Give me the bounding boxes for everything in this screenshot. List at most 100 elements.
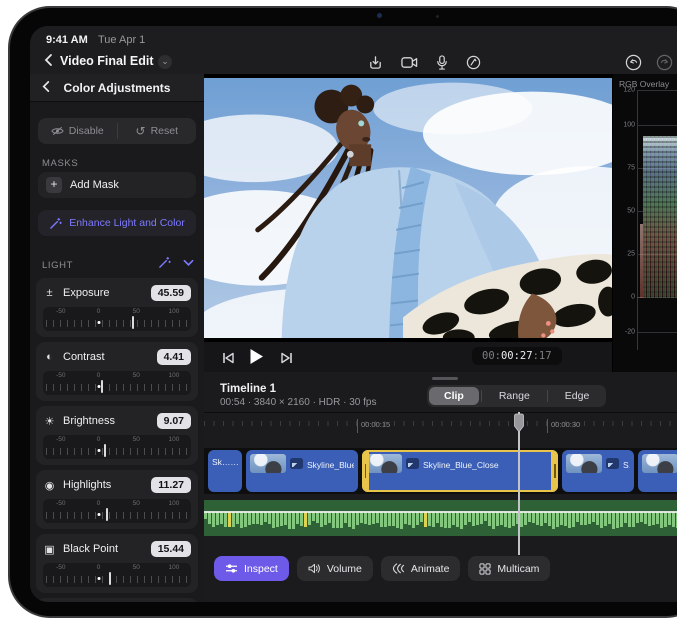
- audio-track[interactable]: [204, 500, 677, 536]
- pencil-circle-icon[interactable]: [466, 55, 481, 70]
- slider-indicator[interactable]: [132, 316, 134, 329]
- slider-zero-dot: [97, 385, 100, 388]
- slider-scale-label: 0: [97, 372, 101, 379]
- multicam-button[interactable]: Multicam: [468, 556, 550, 581]
- clip-trim-handle-right[interactable]: [554, 464, 556, 478]
- audio-volume-line[interactable]: [204, 511, 677, 513]
- audio-bar: [520, 512, 523, 527]
- section-collapse-chevron-icon[interactable]: [183, 259, 194, 267]
- playhead-handle[interactable]: [513, 413, 525, 438]
- control-value[interactable]: 45.59: [151, 285, 191, 301]
- audio-bar: [316, 512, 319, 523]
- app-screen: 9:41 AM Tue Apr 1 Video Final Edit ⌄: [30, 26, 677, 602]
- timeline-clip[interactable]: S……: [562, 450, 634, 492]
- control-slider[interactable]: -50050100: [43, 307, 191, 331]
- audio-bar: [264, 512, 267, 522]
- slider-indicator[interactable]: [106, 508, 108, 521]
- slider-zero-dot: [97, 513, 100, 516]
- animate-button[interactable]: Animate: [381, 556, 461, 581]
- video-viewer[interactable]: [204, 74, 612, 342]
- audio-bar: [568, 512, 571, 528]
- slider-indicator[interactable]: [104, 444, 106, 457]
- disable-button[interactable]: Disable: [38, 118, 117, 144]
- slider-indicator[interactable]: [101, 380, 103, 393]
- microphone-icon[interactable]: [436, 55, 448, 70]
- audio-bar: [544, 512, 547, 523]
- section-wand-icon[interactable]: [158, 256, 171, 269]
- audio-bar: [240, 512, 243, 528]
- audio-bar: [404, 512, 407, 524]
- scope-gridline: [637, 332, 677, 333]
- import-icon[interactable]: [368, 55, 383, 70]
- redo-icon[interactable]: [656, 54, 673, 71]
- audio-bar: [220, 512, 223, 524]
- control-label: Black Point: [63, 543, 144, 555]
- tool-label: Multicam: [497, 563, 539, 575]
- timeline-ruler[interactable]: 00:00:15 00:00:30: [204, 412, 677, 440]
- tool-label: Inspect: [244, 563, 278, 575]
- control-slider[interactable]: -50050100: [43, 499, 191, 523]
- scope-axis-value: 50: [615, 207, 635, 214]
- volume-button[interactable]: Volume: [297, 556, 373, 581]
- audio-bar: [496, 512, 499, 526]
- control-slider[interactable]: -50050100: [43, 371, 191, 395]
- control-label: Contrast: [63, 351, 150, 363]
- project-title[interactable]: Video Final Edit: [60, 54, 154, 68]
- audio-bar: [564, 512, 567, 526]
- rgb-overlay-scope[interactable]: RGB Overlay 1201007550250-20: [612, 74, 677, 372]
- photo-icon: [290, 458, 303, 469]
- slider-scale-label: 100: [169, 436, 180, 443]
- ruler-label: 00:00:15: [357, 419, 390, 433]
- toolbar-center-icons: [368, 51, 481, 73]
- timeline-clip[interactable]: Sk……: [208, 450, 242, 492]
- multicam-icon: [479, 563, 491, 575]
- control-highlights: ◉Highlights11.27-50050100: [36, 470, 198, 529]
- control-slider[interactable]: -50050100: [43, 435, 191, 459]
- control-value[interactable]: 9.07: [157, 413, 191, 429]
- back-icon[interactable]: [42, 53, 58, 69]
- undo-icon[interactable]: [625, 54, 642, 71]
- slider-ticks: [46, 448, 188, 455]
- audio-bar: [540, 512, 543, 526]
- audio-bar: [212, 512, 215, 527]
- control-contrast: ◐Contrast4.41-50050100: [36, 342, 198, 401]
- photo-icon: [406, 458, 419, 469]
- enhance-light-color-button[interactable]: Enhance Light and Color: [38, 210, 196, 236]
- control-value[interactable]: 11.27: [151, 477, 191, 493]
- audio-bar: [368, 512, 371, 525]
- animate-icon: [392, 563, 405, 574]
- reset-label: Reset: [151, 125, 178, 137]
- ruler-label: 00:00:30: [547, 419, 580, 433]
- add-mask-button[interactable]: + Add Mask: [38, 172, 196, 198]
- audio-bar: [416, 512, 419, 525]
- timecode-frames: :17: [533, 350, 552, 362]
- timeline-clip[interactable]: Skyline_Blue_Wide: [246, 450, 358, 492]
- slider-scale-label: -50: [56, 372, 65, 379]
- scope-gridline: [637, 125, 677, 126]
- reset-button[interactable]: ↺ Reset: [118, 118, 197, 144]
- video-track: Sk……Skyline_Blue_WideSkyline_Blue_CloseS…: [204, 448, 677, 494]
- audio-bar: [352, 512, 355, 529]
- inspect-button[interactable]: Inspect: [214, 556, 289, 581]
- next-frame-icon[interactable]: [280, 351, 293, 369]
- control-value[interactable]: 15.44: [151, 541, 191, 557]
- camera-icon[interactable]: [401, 56, 418, 69]
- audio-bar: [604, 512, 607, 526]
- mode-clip[interactable]: Clip: [429, 387, 479, 405]
- control-slider[interactable]: -50050100: [43, 563, 191, 587]
- inspect-icon: [225, 563, 238, 574]
- previous-frame-icon[interactable]: [222, 351, 235, 369]
- mode-edge[interactable]: Edge: [550, 387, 605, 405]
- audio-bar: [548, 512, 551, 526]
- title-dropdown-icon[interactable]: ⌄: [158, 55, 172, 69]
- timeline-drag-handle[interactable]: [432, 377, 458, 380]
- clip-trim-handle-left[interactable]: [365, 464, 367, 478]
- control-value[interactable]: 4.41: [157, 349, 191, 365]
- mode-range[interactable]: Range: [484, 387, 545, 405]
- audio-bar: [524, 512, 527, 525]
- audio-bar: [436, 512, 439, 523]
- play-button-icon[interactable]: [249, 348, 264, 370]
- slider-indicator[interactable]: [109, 572, 111, 585]
- timeline-clip[interactable]: [638, 450, 677, 492]
- timeline-clip-selected[interactable]: Skyline_Blue_Close: [362, 450, 558, 492]
